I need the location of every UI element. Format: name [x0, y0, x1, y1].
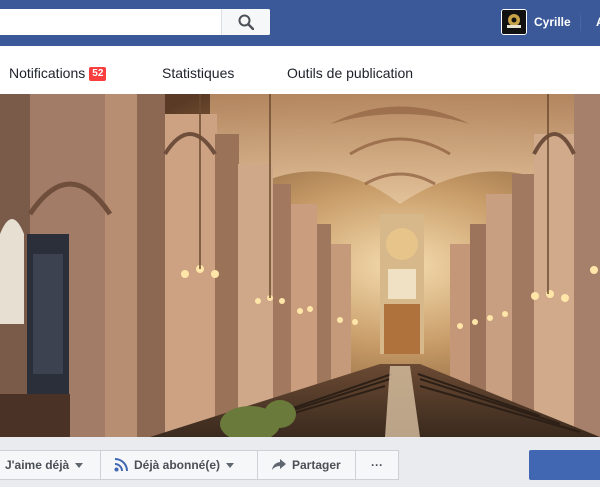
follow-button-label: Déjà abonné(e)	[134, 458, 221, 472]
accueil-link[interactable]: A	[596, 15, 600, 29]
chevron-down-icon	[75, 462, 84, 468]
chevron-down-icon	[226, 462, 235, 468]
rss-follow-icon	[114, 458, 128, 472]
cover-photo[interactable]	[0, 94, 600, 437]
profile-logo-icon	[502, 10, 526, 34]
primary-action-button[interactable]	[529, 450, 600, 480]
cathedral-nave-photo	[0, 94, 600, 437]
search-icon	[238, 14, 254, 30]
search-input[interactable]	[0, 9, 220, 35]
tab-outils-label: Outils de publication	[287, 65, 414, 81]
nav-divider	[580, 15, 581, 31]
like-button[interactable]: J'aime déjà	[0, 450, 101, 480]
page-tabs: Notifications 52 Statistiques Outils de p…	[0, 46, 600, 95]
profile-name-link[interactable]: Cyrille	[534, 15, 571, 29]
share-button-label: Partager	[292, 458, 341, 472]
search-button[interactable]	[221, 9, 270, 35]
top-navigation-bar: Cyrille A	[0, 0, 600, 47]
tab-notifications[interactable]: Notifications 52	[9, 65, 107, 81]
tab-outils-de-publication[interactable]: Outils de publication	[287, 65, 413, 81]
search-box	[0, 9, 270, 35]
like-button-label: J'aime déjà	[5, 458, 70, 472]
tab-statistiques[interactable]: Statistiques	[162, 65, 234, 81]
follow-button[interactable]: Déjà abonné(e)	[100, 450, 258, 480]
page-action-bar: J'aime déjà Déjà abonné(e) Partager ···	[0, 437, 600, 487]
tab-notifications-label: Notifications	[9, 65, 86, 81]
share-button[interactable]: Partager	[257, 450, 356, 480]
share-arrow-icon	[272, 459, 286, 470]
more-options-button[interactable]: ···	[355, 450, 399, 480]
avatar[interactable]	[501, 9, 527, 35]
notification-count-badge: 52	[89, 67, 107, 81]
tab-statistiques-label: Statistiques	[162, 65, 235, 81]
more-options-icon: ···	[371, 458, 383, 472]
